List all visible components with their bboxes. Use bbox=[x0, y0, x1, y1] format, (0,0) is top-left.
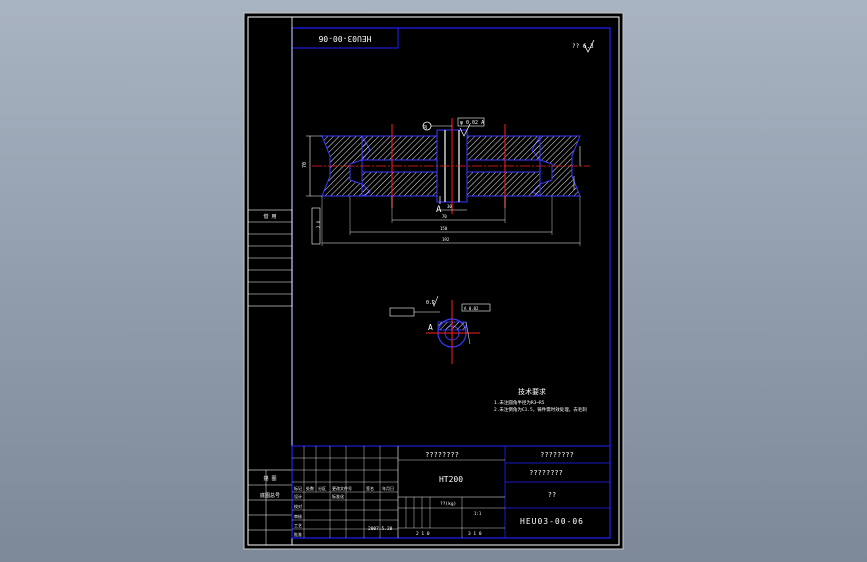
title-header-right: ???????? bbox=[540, 451, 574, 459]
dim-left-vertical: 2 X bbox=[316, 220, 321, 228]
dim-150: 150 bbox=[440, 226, 448, 231]
title-company: ?? bbox=[548, 491, 556, 499]
rev-label-3: 更改文件号 bbox=[332, 485, 352, 491]
dim-height-left: 70 bbox=[302, 162, 308, 168]
title-material: HT200 bbox=[439, 475, 463, 484]
left-strip-label-bottom-2: 底图总号 bbox=[260, 492, 280, 499]
sign-label-5: 批准 bbox=[294, 531, 302, 537]
title-header-center: ???????? bbox=[425, 451, 459, 459]
title-date: 2007.5.20 bbox=[368, 526, 393, 532]
rev-label-5: 年月日 bbox=[382, 485, 394, 491]
rev-label-1: 处数 bbox=[306, 485, 314, 491]
rev-label-4: 签名 bbox=[366, 485, 374, 491]
left-strip-label-top: 借 用 bbox=[263, 213, 276, 220]
tech-title: 技术要求 bbox=[518, 387, 546, 396]
tech-line-2: 2.未注倒角为C1.5，铸件需时效处理，去毛刺 bbox=[494, 406, 587, 413]
title-drawing-number: HEU03-00-06 bbox=[520, 517, 584, 526]
top-tolerance-text: φ 0.02 A bbox=[460, 120, 484, 126]
dim-70: 70 bbox=[442, 214, 447, 219]
rev-label-0: 标记 bbox=[294, 485, 302, 491]
side-tol-right: A 0.02 bbox=[464, 306, 479, 311]
drawing-sheet bbox=[243, 12, 624, 550]
title-drawing-name: ???????? bbox=[529, 469, 563, 477]
cad-drawing-viewport[interactable]: HEU03-00-06 ?? 6.3 借 用 描 图 底图总号 ◎ φ 0.02… bbox=[0, 0, 867, 562]
sign-label-4: 标准化 bbox=[332, 493, 344, 499]
dim-30: 30 bbox=[447, 204, 452, 209]
rev-label-2: 分区 bbox=[318, 485, 326, 491]
left-strip-label-bottom-1: 描 图 bbox=[263, 475, 276, 482]
label-a-side: A bbox=[428, 323, 433, 332]
title-scale-label: ??(kg) bbox=[440, 501, 456, 507]
title-sheets-total: 3 1 0 bbox=[468, 531, 482, 537]
sign-label-3: 工艺 bbox=[294, 523, 302, 528]
code-box-text: HEU03-00-06 bbox=[318, 34, 371, 43]
dim-192: 192 bbox=[442, 237, 450, 242]
sign-label-2: 审核 bbox=[294, 513, 302, 519]
sign-label-1: 校对 bbox=[294, 503, 302, 509]
title-sheet: 2 1 0 bbox=[416, 531, 430, 537]
tech-line-1: 1.未注圆角半径为R3~R5 bbox=[494, 399, 545, 406]
sign-label-0: 设计 bbox=[294, 493, 302, 499]
title-scale-value: 1:1 bbox=[474, 511, 482, 516]
